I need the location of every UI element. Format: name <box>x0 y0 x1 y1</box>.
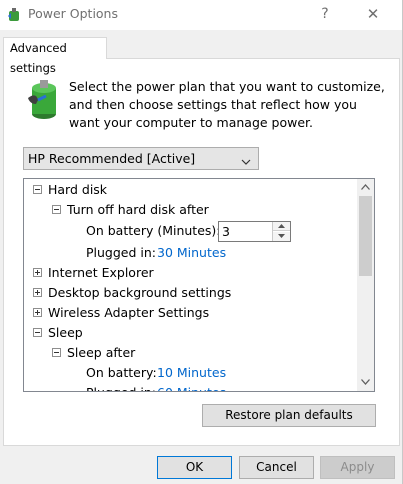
tree-label: Wireless Adapter Settings <box>48 305 210 320</box>
tree-label: On battery (Minutes): <box>86 223 221 238</box>
settings-panel: Select the power plan that you want to c… <box>3 58 400 446</box>
restore-plan-defaults-button[interactable]: Restore plan defaults <box>202 404 376 427</box>
minutes-stepper[interactable] <box>218 221 291 242</box>
apply-button[interactable]: Apply <box>320 456 395 479</box>
vertical-scrollbar[interactable] <box>357 179 374 391</box>
power-plan-selected: HP Recommended [Active] <box>28 151 196 166</box>
tree-item-on-battery-minutes: On battery (Minutes): <box>24 220 357 242</box>
minutes-input[interactable] <box>221 223 269 240</box>
tree-label: Internet Explorer <box>48 265 154 280</box>
power-options-icon <box>6 7 22 23</box>
collapse-icon[interactable] <box>33 328 42 337</box>
collapse-icon[interactable] <box>52 205 61 214</box>
stepper-down-icon[interactable] <box>273 232 290 241</box>
expand-icon[interactable] <box>33 308 42 317</box>
stepper-up-icon[interactable] <box>273 222 290 231</box>
close-button[interactable]: ✕ <box>350 0 396 30</box>
title-bar: Power Options ? ✕ <box>0 0 402 30</box>
cancel-button[interactable]: Cancel <box>239 456 314 479</box>
tree-label: Hard disk <box>48 182 108 197</box>
settings-tree: Hard disk Turn off hard disk after On ba… <box>23 178 375 392</box>
tree-label: Desktop background settings <box>48 285 232 300</box>
power-plan-dropdown[interactable]: HP Recommended [Active] <box>23 147 259 170</box>
tree-label: Plugged in: <box>86 383 156 391</box>
tree-label: Turn off hard disk after <box>67 202 209 217</box>
scrollbar-thumb[interactable] <box>359 196 372 276</box>
tab-advanced-settings[interactable]: Advanced settings <box>3 37 107 75</box>
ok-button[interactable]: OK <box>157 456 232 479</box>
collapse-icon[interactable] <box>33 185 42 194</box>
scroll-up-icon[interactable] <box>357 179 374 196</box>
help-button[interactable]: ? <box>302 0 348 30</box>
sleep-plugged-in-value-link[interactable]: 60 Minutes <box>157 383 226 391</box>
tree-label: Plugged in: <box>86 245 157 260</box>
plugged-in-value-link[interactable]: 30 Minutes <box>157 243 226 263</box>
tree-label: Sleep <box>48 325 83 340</box>
scroll-down-icon[interactable] <box>357 374 374 391</box>
expand-icon[interactable] <box>33 268 42 277</box>
power-options-window: Power Options ? ✕ Advanced settings Sele… <box>0 0 403 484</box>
intro-text: Select the power plan that you want to c… <box>69 79 385 130</box>
expand-icon[interactable] <box>33 288 42 297</box>
window-title: Power Options <box>28 6 118 21</box>
tree-label: On battery: <box>86 365 157 380</box>
tree-label: Sleep after <box>67 345 136 360</box>
collapse-icon[interactable] <box>52 348 61 357</box>
chevron-down-icon <box>241 152 251 165</box>
sleep-on-battery-value-link[interactable]: 10 Minutes <box>157 363 226 383</box>
battery-plug-icon <box>24 78 64 122</box>
